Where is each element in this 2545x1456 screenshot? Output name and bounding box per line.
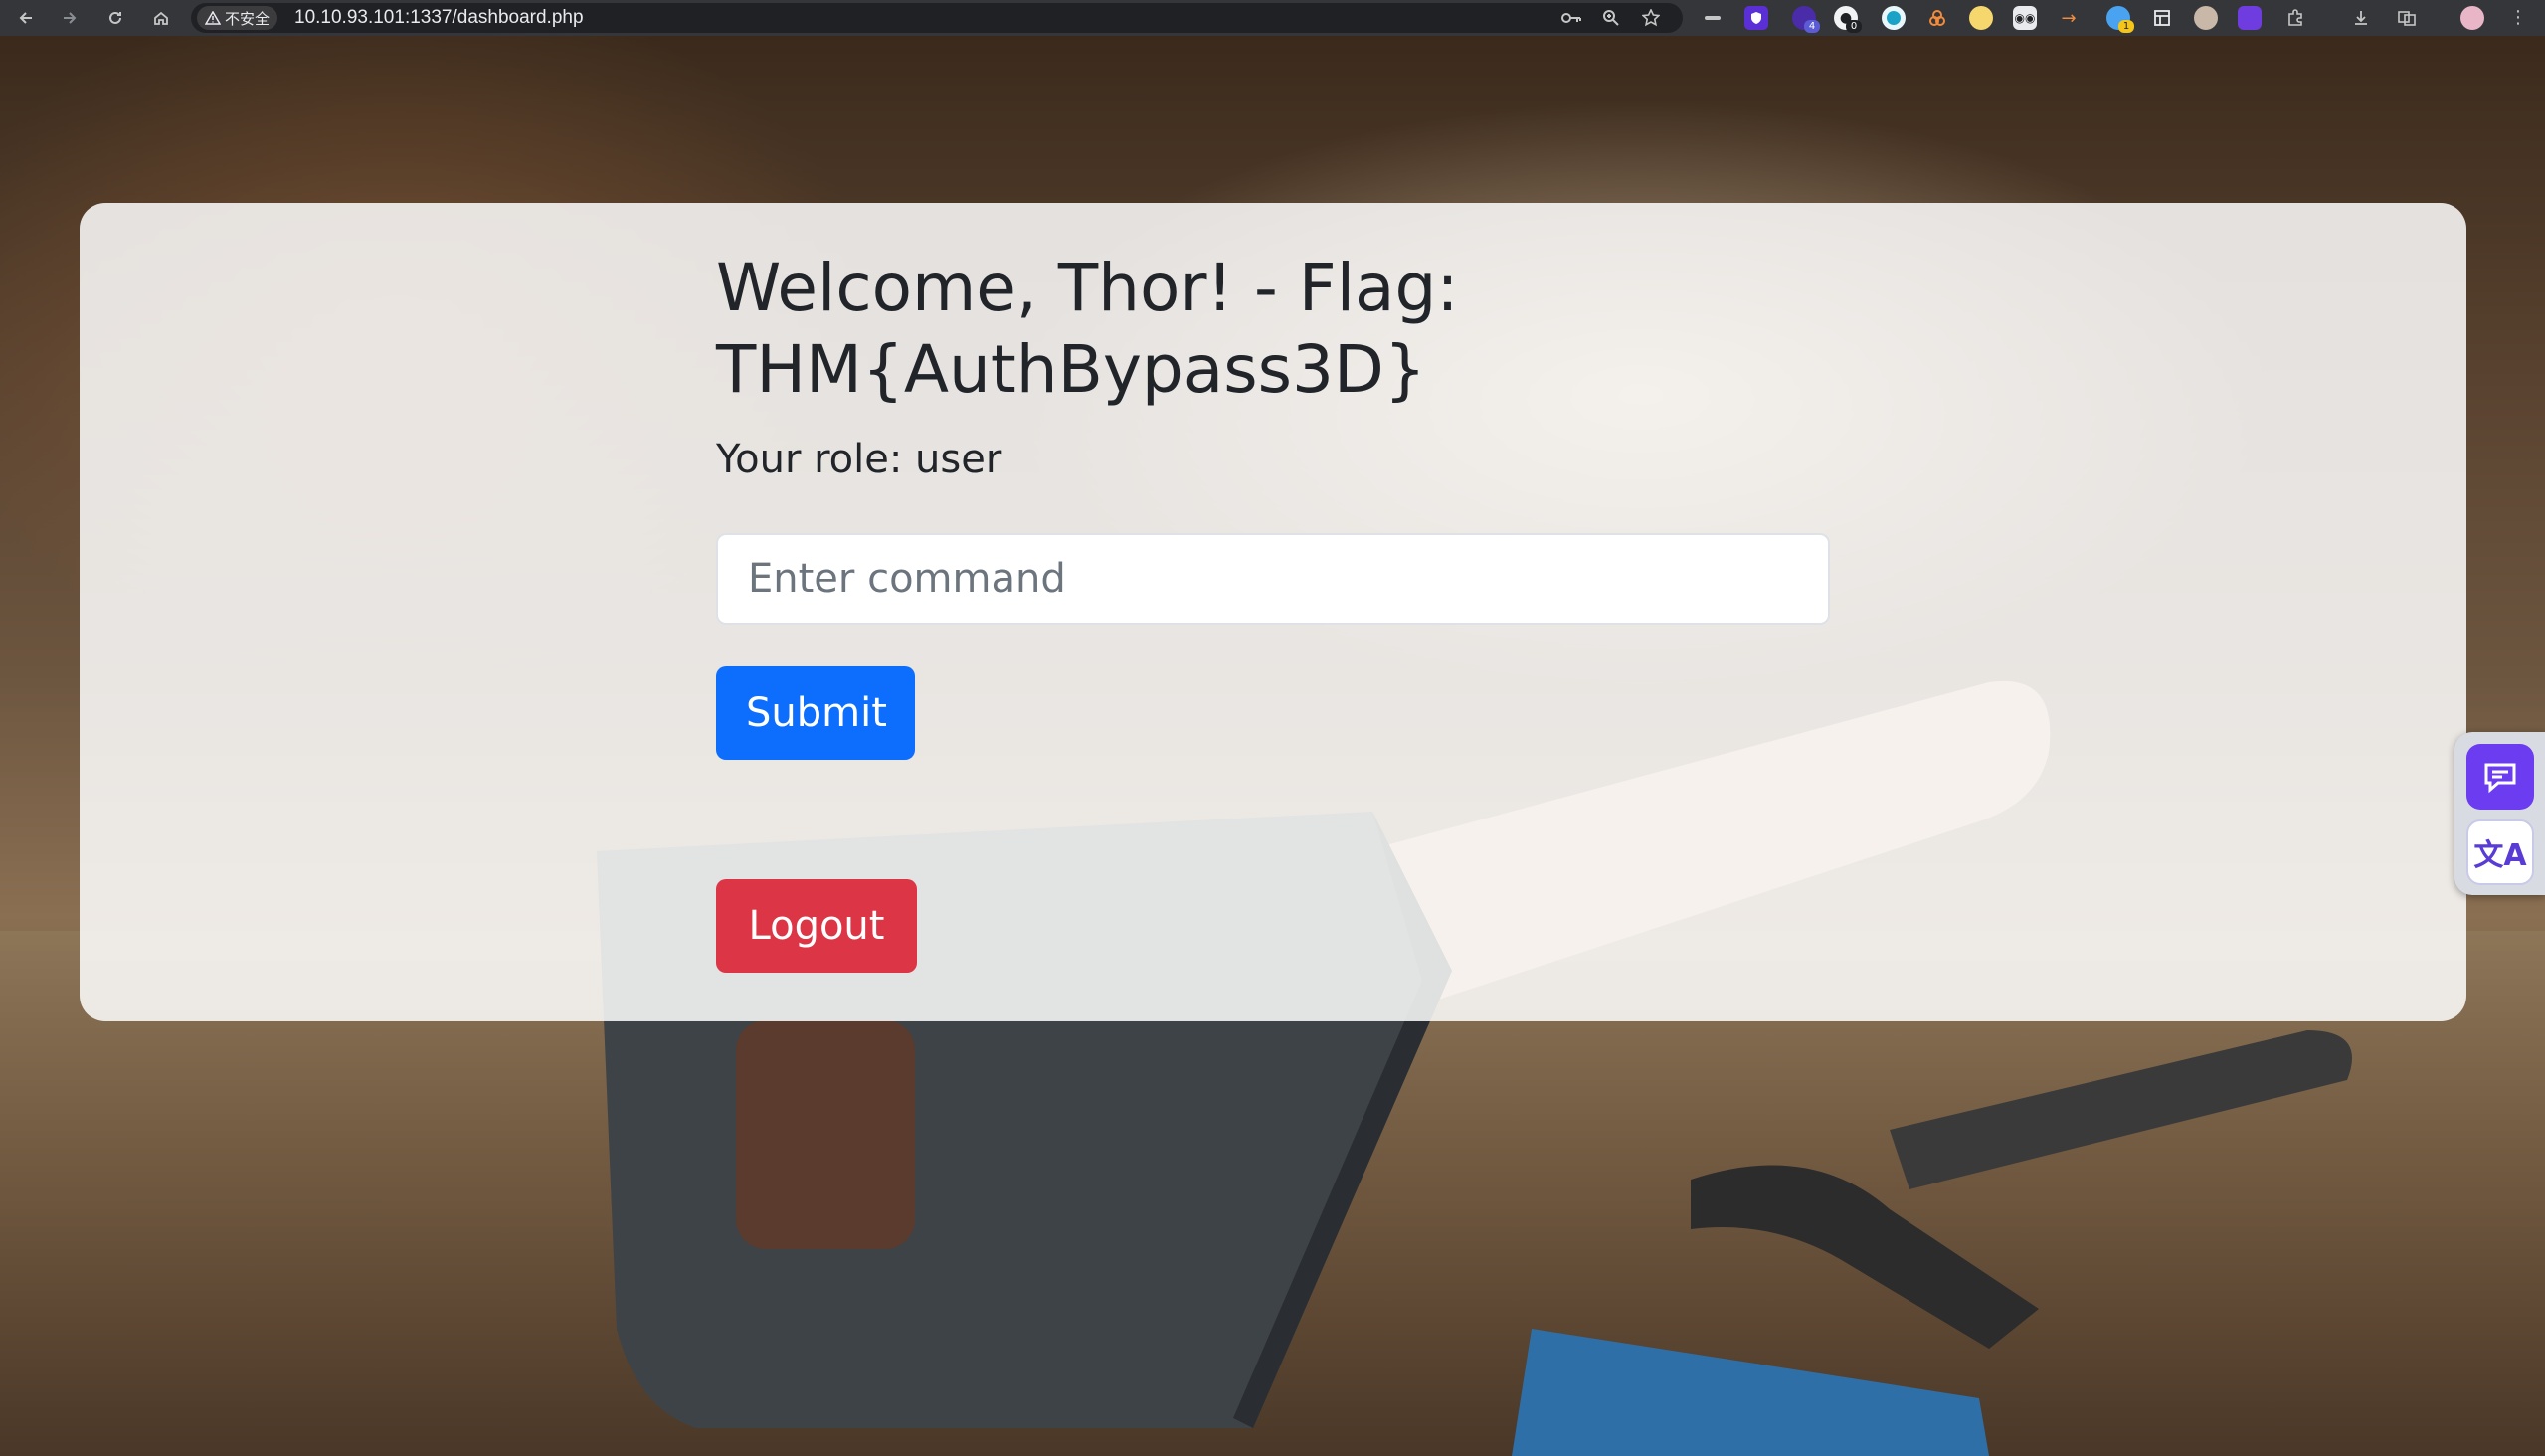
zoom-icon[interactable] xyxy=(1599,6,1623,30)
browser-toolbar: 不安全 10.10.93.101:1337/dashboard.php 4 ● … xyxy=(0,0,2545,36)
forward-arrow-icon[interactable] xyxy=(56,4,84,32)
url-text[interactable]: 10.10.93.101:1337/dashboard.php xyxy=(294,7,584,29)
side-floating-widget: 文A xyxy=(2454,732,2545,895)
extension-badge-icon[interactable]: 4 xyxy=(1792,6,1820,33)
password-key-icon[interactable] xyxy=(1559,6,1583,30)
extension-arrow-icon[interactable]: → xyxy=(2057,6,2081,30)
extension-avatar-icon[interactable] xyxy=(2194,6,2218,30)
command-input[interactable] xyxy=(716,533,1830,625)
translate-icon[interactable]: 文A xyxy=(2466,819,2534,885)
home-icon[interactable] xyxy=(147,4,175,32)
extension-ghost-icon[interactable]: ● 0 xyxy=(1834,6,1862,33)
extension-shield-icon[interactable] xyxy=(1744,6,1768,30)
extension-circle-icon[interactable] xyxy=(1969,6,1993,30)
security-indicator[interactable]: 不安全 xyxy=(197,6,278,30)
chat-icon[interactable] xyxy=(2466,744,2534,810)
welcome-line: Welcome, Thor! - Flag: xyxy=(716,250,1459,326)
background-image: Welcome, Thor! - Flag: THM{AuthBypass3D}… xyxy=(0,36,2545,1456)
welcome-heading: Welcome, Thor! - Flag: THM{AuthBypass3D} xyxy=(716,248,1909,411)
reload-icon[interactable] xyxy=(101,4,129,32)
back-arrow-icon[interactable] xyxy=(12,4,40,32)
bookmark-star-icon[interactable] xyxy=(1639,6,1663,30)
extension-knot-icon[interactable] xyxy=(1925,6,1949,30)
role-text: Your role: user xyxy=(716,437,1002,482)
profile-avatar-icon[interactable] xyxy=(2460,6,2484,30)
flag-text: THM{AuthBypass3D} xyxy=(716,331,1426,408)
extension-panel-icon[interactable] xyxy=(2150,6,2174,30)
submit-button[interactable]: Submit xyxy=(716,666,915,760)
extension-cloud-icon[interactable]: 1 xyxy=(2106,6,2134,33)
extension-cat-icon[interactable] xyxy=(2238,6,2262,30)
extension-badge-count: 1 xyxy=(2118,20,2134,33)
security-label: 不安全 xyxy=(225,9,271,28)
dashboard-card: Welcome, Thor! - Flag: THM{AuthBypass3D}… xyxy=(80,203,2466,1021)
browser-menu-icon[interactable]: ⋮ xyxy=(2506,6,2530,30)
extension-badge-count: 4 xyxy=(1804,20,1820,33)
warning-triangle-icon xyxy=(205,11,221,25)
logout-button[interactable]: Logout xyxy=(716,879,917,973)
extension-badge-count: 0 xyxy=(1846,20,1862,33)
extension-flower-icon[interactable] xyxy=(1882,6,1906,30)
extension-dash-icon[interactable] xyxy=(1701,6,1725,30)
extensions-puzzle-icon[interactable] xyxy=(2283,6,2307,30)
extension-face-icon[interactable]: ◉◉ xyxy=(2013,6,2037,30)
translate-page-icon[interactable] xyxy=(2395,6,2419,30)
download-icon[interactable] xyxy=(2349,6,2373,30)
